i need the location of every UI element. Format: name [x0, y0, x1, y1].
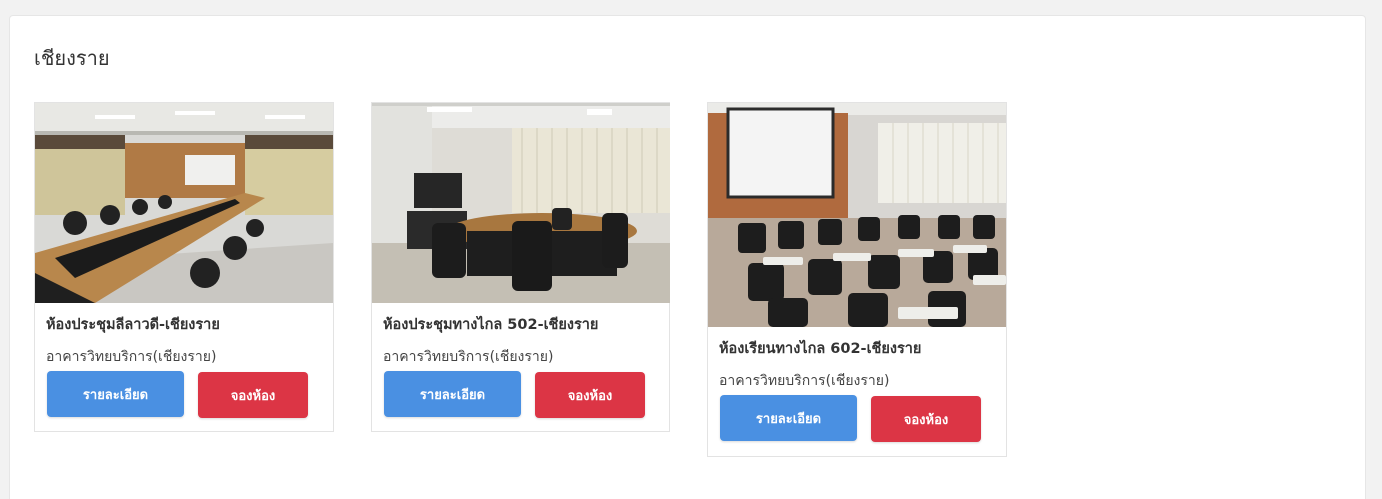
room-photo	[372, 103, 670, 303]
room-card: ห้องเรียนทางไกล 602-เชียงราย อาคารวิทยบร…	[707, 102, 1007, 457]
book-room-button[interactable]: จองห้อง	[871, 396, 981, 442]
room-building: อาคารวิทยบริการ(เชียงราย)	[46, 349, 217, 365]
detail-button[interactable]: รายละเอียด	[384, 371, 521, 417]
room-building: อาคารวิทยบริการ(เชียงราย)	[719, 373, 890, 389]
room-name: ห้องประชุมทางไกล 502-เชียงราย	[383, 317, 599, 333]
room-panel: เชียงราย ห้องประชุมลีลาวดี-เชียงราย อาคา…	[9, 15, 1366, 499]
room-name: ห้องเรียนทางไกล 602-เชียงราย	[719, 341, 922, 357]
book-room-button[interactable]: จองห้อง	[535, 372, 645, 418]
room-name: ห้องประชุมลีลาวดี-เชียงราย	[46, 317, 220, 333]
room-building: อาคารวิทยบริการ(เชียงราย)	[383, 349, 554, 365]
room-card: ห้องประชุมลีลาวดี-เชียงราย อาคารวิทยบริก…	[34, 102, 334, 432]
detail-button[interactable]: รายละเอียด	[720, 395, 857, 441]
room-photo	[708, 103, 1006, 327]
room-photo	[35, 103, 333, 303]
room-card: ห้องประชุมทางไกล 502-เชียงราย อาคารวิทยบ…	[371, 102, 670, 432]
book-room-button[interactable]: จองห้อง	[198, 372, 308, 418]
section-title: เชียงราย	[34, 46, 110, 70]
detail-button[interactable]: รายละเอียด	[47, 371, 184, 417]
